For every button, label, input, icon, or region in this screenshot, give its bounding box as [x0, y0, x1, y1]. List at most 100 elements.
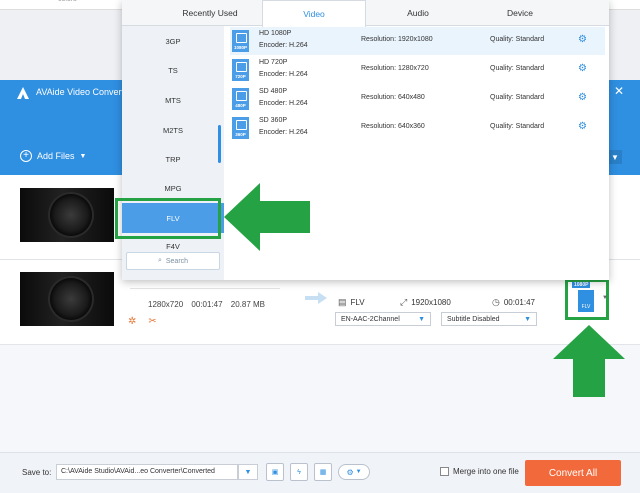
preset-quality: Quality: Standard: [490, 36, 545, 43]
tab-video[interactable]: Video: [262, 0, 366, 27]
close-icon[interactable]: ✕: [614, 84, 624, 98]
output-resolution: 1920x1080: [411, 298, 451, 307]
output-format-info: ▤ FLV: [338, 297, 365, 308]
chevron-down-icon: ▼: [602, 295, 608, 301]
arrow-left-icon: [224, 183, 310, 251]
chevron-down-icon: ▼: [79, 152, 87, 160]
preset-row[interactable]: 1080P HD 1080P Encoder: H.264 Resolution…: [230, 27, 605, 55]
merge-option[interactable]: Merge into one file: [440, 467, 519, 476]
format-tabs: Recently Used Video Audio Device: [122, 0, 609, 27]
bottom-bar: Save to: C:\AVAide Studio\AVAid...eo Con…: [0, 452, 640, 493]
screen: colors AVAide Video Converter ( ✕ + Add …: [0, 0, 640, 493]
settings-dropdown[interactable]: ⚙ ▼: [338, 464, 370, 480]
preset-badge: 720P: [235, 74, 246, 79]
hardware-acceleration-icon[interactable]: ϟ: [290, 463, 308, 481]
preset-name: HD 720P: [259, 59, 288, 66]
video-thumbnail[interactable]: [20, 188, 114, 242]
output-duration-info: ◷ 00:01:47: [492, 297, 535, 308]
add-files-label: Add Files: [37, 151, 75, 161]
preset-row[interactable]: 720P HD 720P Encoder: H.264 Resolution: …: [230, 56, 605, 84]
video-thumbnail[interactable]: [20, 272, 114, 326]
clock-icon: ◷: [492, 297, 500, 307]
save-path-dropdown[interactable]: ▼: [238, 464, 258, 480]
source-size: 20.87 MB: [230, 300, 266, 309]
preset-badge: 360P: [235, 132, 246, 137]
format-item-trp[interactable]: TRP: [122, 149, 224, 169]
convert-all-button[interactable]: Convert All: [525, 460, 621, 486]
preset-quality: Quality: Standard: [490, 123, 545, 130]
add-files-button[interactable]: + Add Files ▼: [20, 150, 86, 162]
preset-thumbnail: 480P: [232, 88, 249, 110]
source-duration: 00:01:47: [191, 300, 223, 309]
search-icon: ⌕: [157, 257, 162, 264]
merge-label: Merge into one file: [453, 467, 519, 476]
format-file-icon: FLV: [578, 290, 594, 312]
desktop-text: colors: [58, 0, 77, 3]
merge-checkbox[interactable]: [440, 467, 449, 476]
preset-resolution: Resolution: 1280x720: [361, 65, 429, 72]
format-badge-resolution: 1080P: [572, 282, 591, 288]
output-duration: 00:01:47: [503, 298, 535, 307]
format-item-ts[interactable]: TS: [122, 60, 224, 80]
preset-encoder: Encoder: H.264: [259, 129, 308, 136]
save-to-label: Save to:: [22, 468, 52, 477]
edit-tools: ✲ ✂: [128, 316, 157, 327]
preset-row[interactable]: 480P SD 480P Encoder: H.264 Resolution: …: [230, 85, 605, 113]
preset-name: SD 360P: [259, 117, 288, 124]
film-icon: ▤: [338, 297, 347, 307]
format-item-mpg[interactable]: MPG: [122, 178, 224, 198]
gear-icon[interactable]: ⚙: [578, 121, 587, 132]
audio-track-dropdown[interactable]: EN-AAC-2Channel ▼: [335, 312, 431, 326]
subtitle-dropdown[interactable]: Subtitle Disabled ▼: [441, 312, 537, 326]
preset-encoder: Encoder: H.264: [259, 71, 308, 78]
format-search-input[interactable]: ⌕ Search: [126, 252, 220, 270]
save-path-field[interactable]: C:\AVAide Studio\AVAid...eo Converter\Co…: [56, 464, 238, 480]
preset-encoder: Encoder: H.264: [259, 100, 308, 107]
cut-icon[interactable]: ✂: [148, 316, 156, 327]
format-list-scrollbar[interactable]: [218, 125, 221, 163]
source-info: 1280x720 00:01:47 20.87 MB: [148, 300, 271, 309]
output-resolution-info: ⤢ 1920x1080: [400, 297, 451, 308]
audio-track-value: EN-AAC-2Channel: [341, 315, 400, 323]
plus-icon: +: [20, 150, 32, 162]
divider: [130, 288, 280, 289]
selection-highlight-frame: [115, 198, 221, 239]
search-placeholder: Search: [165, 257, 189, 265]
preset-badge: 1080P: [233, 45, 247, 50]
preset-encoder: Encoder: H.264: [259, 42, 308, 49]
format-badge-label: FLV: [581, 304, 591, 310]
preset-name: HD 1080P: [259, 30, 292, 37]
enhance-icon[interactable]: ✲: [128, 316, 136, 327]
open-folder-icon[interactable]: ▣: [266, 463, 284, 481]
source-resolution: 1280x720: [148, 300, 184, 309]
app-logo-icon: [17, 87, 29, 99]
format-item-m2ts[interactable]: M2TS: [122, 120, 224, 140]
output-format: FLV: [350, 298, 365, 307]
chevron-down-icon: ▼: [418, 315, 425, 323]
expand-icon: ⤢: [400, 297, 408, 307]
tab-audio[interactable]: Audio: [366, 0, 470, 26]
preset-row[interactable]: 360P SD 360P Encoder: H.264 Resolution: …: [230, 114, 605, 142]
arrow-right-icon: [305, 292, 327, 304]
preset-name: SD 480P: [259, 88, 288, 95]
preset-badge: 480P: [235, 103, 246, 108]
chevron-down-icon: ▼: [355, 469, 362, 475]
convert-all-format-dropdown[interactable]: ▼: [608, 150, 622, 164]
preset-thumbnail: 1080P: [232, 30, 249, 52]
preset-quality: Quality: Standard: [490, 65, 545, 72]
gear-icon[interactable]: ⚙: [578, 92, 587, 103]
format-list: 3GP TS MTS M2TS TRP MPG FLV F4V: [122, 26, 224, 280]
tab-recently-used[interactable]: Recently Used: [142, 0, 278, 26]
subtitle-value: Subtitle Disabled: [447, 315, 500, 323]
preset-resolution: Resolution: 640x480: [361, 94, 425, 101]
gear-icon[interactable]: ⚙: [578, 34, 587, 45]
format-item-3gp[interactable]: 3GP: [122, 31, 224, 51]
arrow-up-icon: [553, 325, 625, 397]
format-item-mts[interactable]: MTS: [122, 90, 224, 110]
gpu-icon[interactable]: ▦: [314, 463, 332, 481]
gear-icon[interactable]: ⚙: [578, 63, 587, 74]
preset-quality: Quality: Standard: [490, 94, 545, 101]
output-format-button[interactable]: 1080P FLV ▼: [565, 279, 609, 320]
tab-device[interactable]: Device: [468, 0, 572, 26]
chevron-down-icon: ▼: [524, 315, 531, 323]
